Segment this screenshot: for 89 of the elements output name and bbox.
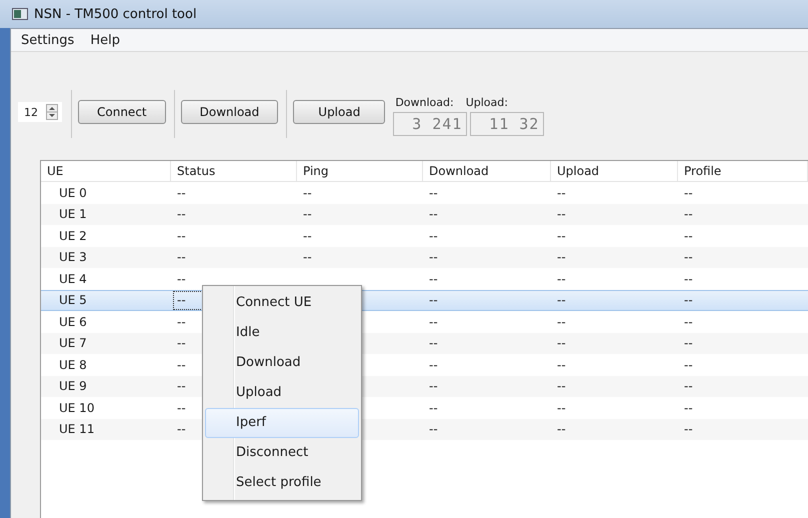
menu-item[interactable]: Disconnect [205, 438, 359, 468]
spin-arrows-icon[interactable] [46, 104, 58, 120]
table-cell: -- [429, 379, 438, 394]
table-cell: UE 2 [59, 228, 87, 243]
table-cell: -- [177, 292, 186, 307]
upload-counter: 11 32 [470, 112, 544, 136]
table-cell: UE 8 [59, 358, 87, 372]
column-header[interactable]: Download [423, 161, 551, 181]
table-cell: -- [557, 422, 566, 436]
window-title: NSN - TM500 control tool [34, 6, 197, 22]
table-cell: UE 10 [59, 400, 94, 415]
download-label: Download: [395, 96, 454, 109]
table-cell: -- [177, 379, 186, 394]
menu-item[interactable]: Download [205, 348, 359, 378]
table-cell: -- [303, 228, 312, 243]
table-cell: -- [557, 336, 566, 350]
table-cell: -- [684, 422, 693, 436]
menu-item[interactable]: Upload [205, 378, 359, 408]
table-cell: -- [177, 314, 186, 329]
table-cell: -- [177, 250, 186, 264]
toolbar-button[interactable]: Download [180, 100, 278, 124]
table-cell: -- [177, 400, 186, 415]
table-cell: -- [177, 207, 186, 222]
menu-item[interactable]: Idle [205, 318, 359, 348]
table-cell: -- [684, 228, 693, 243]
table-cell: -- [429, 358, 438, 372]
menu-item[interactable]: Iperf [205, 408, 359, 438]
table-cell: -- [684, 186, 693, 200]
table-cell: UE 6 [59, 314, 87, 329]
column-header[interactable]: Ping [297, 161, 423, 181]
table-cell: -- [557, 272, 566, 286]
toolbar-button[interactable]: Upload [293, 100, 386, 124]
table-cell: -- [684, 379, 693, 394]
table-cell: -- [429, 207, 438, 222]
table-cell: -- [303, 250, 312, 264]
table-cell: -- [557, 400, 566, 415]
ue-count-spinbox[interactable]: 12 [17, 101, 63, 123]
table-cell: -- [557, 379, 566, 394]
table-cell: -- [557, 186, 566, 200]
column-header[interactable]: UE [41, 161, 171, 181]
table-cell: -- [429, 228, 438, 243]
table-cell: -- [429, 250, 438, 264]
table-cell: -- [429, 272, 438, 286]
menu-item[interactable]: Settings [15, 30, 80, 50]
table-cell: -- [177, 422, 186, 436]
table-cell: -- [177, 228, 186, 243]
table-cell: UE 9 [59, 379, 87, 394]
table-cell: UE 5 [59, 293, 87, 308]
table-cell: -- [684, 314, 693, 329]
download-counter: 3 241 [393, 112, 468, 136]
toolbar-button[interactable]: Connect [78, 100, 166, 124]
table-cell: UE 4 [59, 272, 87, 286]
table-cell: -- [684, 250, 693, 264]
table-cell: UE 7 [59, 336, 87, 350]
table-cell: -- [557, 293, 566, 308]
column-header[interactable]: Profile [678, 161, 808, 181]
table-cell: -- [557, 228, 566, 243]
table-cell: UE 11 [59, 422, 94, 436]
table-cell: UE 0 [59, 186, 87, 200]
table-cell: -- [557, 207, 566, 222]
table-cell: -- [429, 186, 438, 200]
table-cell: -- [684, 272, 693, 286]
table-cell: -- [684, 293, 693, 308]
table-cell: -- [684, 358, 693, 372]
table-cell: -- [684, 336, 693, 350]
table-cell: -- [429, 336, 438, 350]
table-cell: -- [429, 400, 438, 415]
column-header[interactable]: Status [171, 161, 297, 181]
table-cell: -- [684, 400, 693, 415]
table-cell: -- [429, 314, 438, 329]
table-cell: UE 3 [59, 250, 87, 264]
upload-label: Upload: [466, 96, 508, 109]
column-header[interactable]: Upload [551, 161, 678, 181]
table-cell: -- [303, 186, 312, 200]
table-cell: -- [177, 186, 186, 200]
table-cell: UE 1 [59, 207, 87, 222]
window-icon [12, 8, 28, 20]
table-cell: -- [177, 336, 186, 350]
table-cell: -- [557, 250, 566, 264]
table-cell: -- [177, 272, 186, 286]
table-cell: -- [429, 293, 438, 308]
table-cell: -- [684, 207, 693, 222]
table-cell: -- [429, 422, 438, 436]
table-cell: -- [557, 314, 566, 329]
menu-item[interactable]: Select profile [205, 468, 359, 498]
table-cell: -- [303, 207, 312, 222]
table-cell: -- [177, 358, 186, 372]
menu-item[interactable]: Help [84, 30, 126, 50]
table-cell: -- [557, 358, 566, 372]
